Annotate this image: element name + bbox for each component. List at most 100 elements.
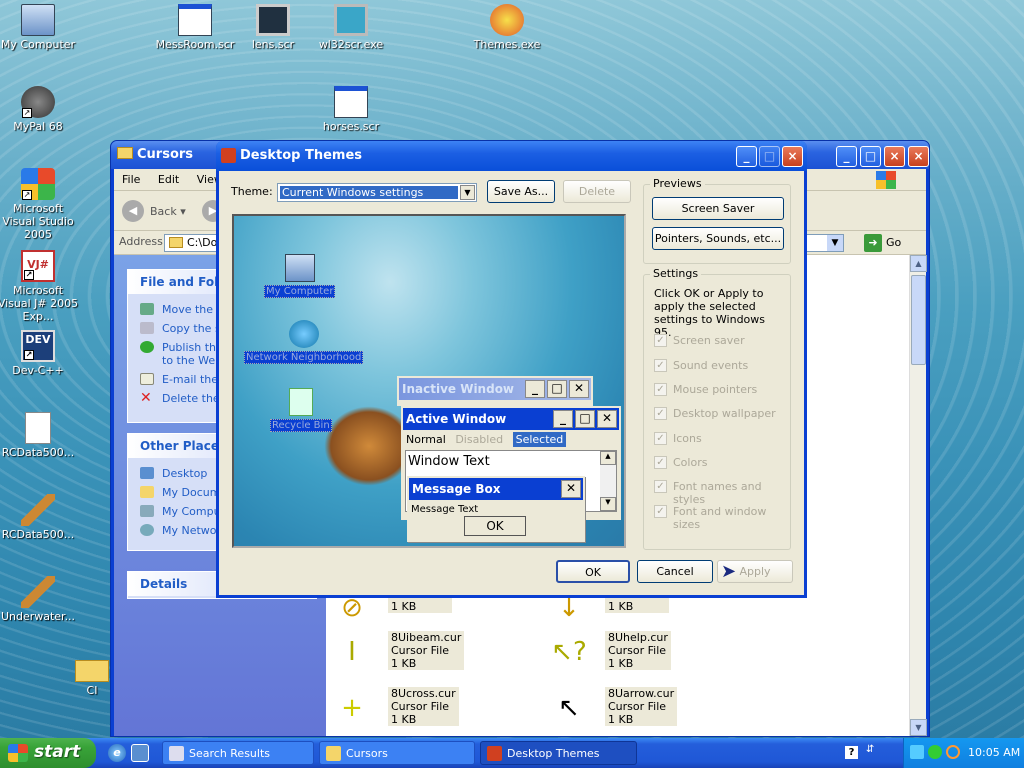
file-item[interactable]: ↖? 8Uhelp.cur Cursor File 1 KB bbox=[549, 631, 749, 671]
option-screen-saver[interactable]: ✓ Screen saver bbox=[654, 334, 745, 347]
desktop-icon-wl32scr[interactable]: wl32scr.exe bbox=[309, 4, 393, 51]
message-box-preview: Message Box ✕ Message Text OK bbox=[407, 476, 585, 542]
option-mouse-pointers[interactable]: ✓ Mouse pointers bbox=[654, 383, 757, 396]
search-icon bbox=[169, 746, 184, 761]
tray-search-icon[interactable] bbox=[946, 745, 960, 759]
desktop-icon-rcdata-1[interactable]: RCData500... bbox=[0, 412, 80, 459]
monitor-icon bbox=[334, 4, 368, 36]
windows-logo-icon bbox=[876, 171, 896, 189]
checkbox-icon: ✓ bbox=[654, 383, 667, 396]
vertical-scrollbar[interactable]: ▲ ▼ bbox=[909, 255, 927, 736]
option-colors[interactable]: ✓ Colors bbox=[654, 456, 707, 469]
file-item[interactable]: ↖ 8Uarrow.cur Cursor File 1 KB bbox=[549, 687, 749, 727]
quick-launch-app-icon[interactable] bbox=[131, 744, 149, 762]
option-font-names[interactable]: ✓ Font names and styles bbox=[654, 480, 790, 506]
option-sound-events[interactable]: ✓ Sound events bbox=[654, 359, 748, 372]
desktop-icon-mypal[interactable]: ↗ MyPal 68 bbox=[0, 86, 80, 133]
themes-icon bbox=[221, 148, 236, 163]
desktop-icon-horses[interactable]: horses.scr bbox=[309, 86, 393, 133]
theme-select[interactable]: Current Windows settings ▼ bbox=[277, 183, 477, 202]
minimize-button: _ bbox=[525, 380, 545, 398]
scroll-down-button[interactable]: ▼ bbox=[910, 719, 927, 736]
pointers-sounds-button[interactable]: Pointers, Sounds, etc... bbox=[652, 227, 784, 250]
ok-button[interactable]: OK bbox=[556, 560, 630, 583]
desktop-icon-visual-jsharp[interactable]: VJ# ↗ Microsoft Visual J# 2005 Exp... bbox=[0, 250, 80, 323]
desktop-icon-themes[interactable]: Themes.exe bbox=[465, 4, 549, 51]
menu-file[interactable]: File bbox=[122, 173, 140, 186]
cancel-button[interactable]: Cancel bbox=[637, 560, 713, 583]
go-button[interactable]: ➜ Go bbox=[864, 234, 914, 252]
move-icon bbox=[140, 303, 154, 315]
dialog-titlebar[interactable]: Desktop Themes _ □ × bbox=[216, 141, 807, 171]
ibeam-cursor-icon: I bbox=[348, 637, 356, 667]
file-item[interactable]: I 8Uibeam.cur Cursor File 1 KB bbox=[332, 631, 532, 671]
task-search-results[interactable]: Search Results bbox=[162, 741, 314, 765]
clock[interactable]: 10:05 AM bbox=[968, 746, 1020, 759]
desktop-icon bbox=[140, 467, 154, 479]
checkbox-icon: ✓ bbox=[654, 505, 667, 518]
option-icons[interactable]: ✓ Icons bbox=[654, 432, 702, 445]
close-button[interactable]: × bbox=[884, 146, 905, 167]
theme-select-value: Current Windows settings bbox=[280, 186, 458, 199]
preview-icon-network: Network Neighborhood bbox=[244, 320, 364, 364]
save-as-button[interactable]: Save As... bbox=[487, 180, 555, 203]
system-tray: 10:05 AM bbox=[903, 738, 1024, 768]
tray-network-icon[interactable] bbox=[910, 745, 924, 759]
minimize-button[interactable]: _ bbox=[736, 146, 757, 167]
help-cursor-icon: ↖? bbox=[551, 637, 587, 667]
delete-button[interactable]: Delete bbox=[563, 180, 631, 203]
themes-icon bbox=[487, 746, 502, 761]
checkbox-icon: ✓ bbox=[654, 407, 667, 420]
menu-edit[interactable]: Edit bbox=[158, 173, 179, 186]
screen-saver-button[interactable]: Screen Saver bbox=[652, 197, 784, 220]
settings-group: Settings Click OK or Apply to apply the … bbox=[643, 267, 791, 550]
help-icon[interactable]: ? bbox=[845, 746, 858, 759]
preview-menu-bar: Normal Disabled Selected bbox=[403, 430, 619, 448]
scroll-thumb[interactable] bbox=[911, 275, 926, 365]
back-button[interactable]: ◀ Back ▾ bbox=[122, 200, 186, 222]
close-button[interactable]: × bbox=[782, 146, 803, 167]
scroll-up-button[interactable]: ▲ bbox=[910, 255, 927, 272]
folder-icon bbox=[75, 660, 109, 682]
themes-icon bbox=[490, 4, 524, 36]
close-button: ✕ bbox=[561, 480, 581, 498]
dropdown-arrow-icon[interactable]: ▼ bbox=[460, 185, 475, 200]
task-cursors[interactable]: Cursors bbox=[319, 741, 475, 765]
maximize-button: □ bbox=[575, 410, 595, 428]
preview-icon-recycle-bin: Recycle Bin bbox=[270, 388, 332, 432]
minimize-button[interactable]: _ bbox=[836, 146, 857, 167]
theme-label: Theme: bbox=[231, 185, 273, 198]
option-desktop-wallpaper[interactable]: ✓ Desktop wallpaper bbox=[654, 407, 776, 420]
option-font-sizes[interactable]: ✓ Font and window sizes bbox=[654, 505, 790, 531]
copy-icon bbox=[140, 322, 154, 334]
desktop-icon-messroom[interactable]: MessRoom.scr bbox=[153, 4, 237, 51]
windows-logo-icon bbox=[8, 744, 28, 762]
tray-arrow-icon[interactable]: ⇵ bbox=[866, 744, 880, 762]
desktop-icon-my-computer[interactable]: My Computer bbox=[0, 4, 80, 51]
network-icon bbox=[140, 524, 154, 536]
maximize-button[interactable]: □ bbox=[860, 146, 881, 167]
folder-icon bbox=[117, 147, 133, 159]
file-item[interactable]: + 8Ucross.cur Cursor File 1 KB bbox=[332, 687, 532, 727]
desktop-icon-visual-studio[interactable]: ↗ Microsoft Visual Studio 2005 bbox=[0, 168, 80, 241]
monitor-icon bbox=[256, 4, 290, 36]
devcpp-icon: DEV ↗ bbox=[21, 330, 55, 362]
start-button[interactable]: start bbox=[0, 738, 96, 768]
publish-icon bbox=[140, 341, 154, 353]
desktop-icon-rcdata-2[interactable]: RCData500... bbox=[0, 494, 80, 541]
dialog-title: Desktop Themes bbox=[240, 148, 363, 163]
close-button-2[interactable]: × bbox=[908, 146, 929, 167]
desktop-icon-devcpp[interactable]: DEV ↗ Dev-C++ bbox=[0, 330, 80, 377]
tray-app-icon[interactable] bbox=[928, 745, 942, 759]
pen-icon bbox=[21, 494, 55, 526]
task-desktop-themes[interactable]: Desktop Themes bbox=[480, 741, 637, 765]
desktop-icon-lens[interactable]: lens.scr bbox=[231, 4, 315, 51]
quick-launch-ie-icon[interactable]: e bbox=[108, 744, 126, 762]
desktop-icon-underwater[interactable]: Underwater... bbox=[0, 576, 80, 623]
address-dropdown-icon[interactable]: ▼ bbox=[827, 235, 843, 251]
maximize-button[interactable]: □ bbox=[759, 146, 780, 167]
computer-icon bbox=[21, 4, 55, 36]
desktop-themes-dialog[interactable]: Desktop Themes _ □ × Theme: Current Wind… bbox=[216, 141, 807, 598]
globe-icon bbox=[288, 320, 319, 348]
checkbox-icon: ✓ bbox=[654, 480, 667, 493]
